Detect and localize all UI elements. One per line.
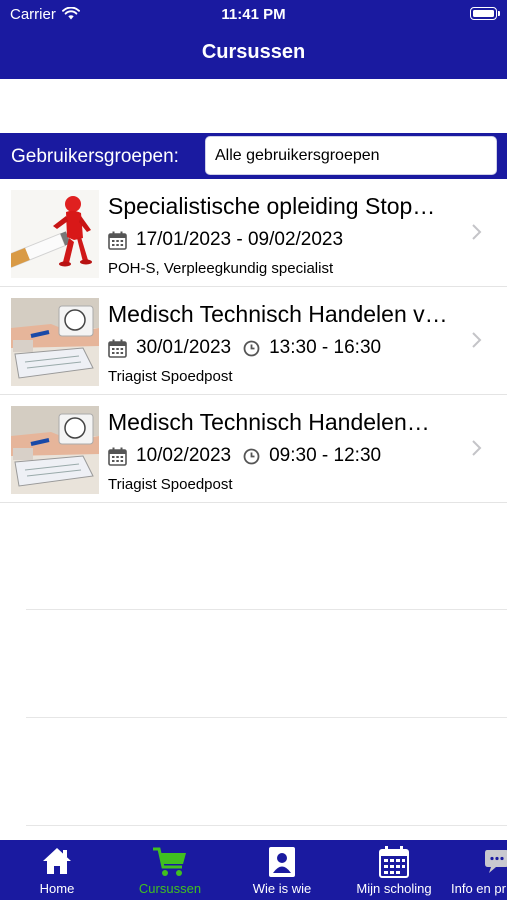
course-meta: 10/02/2023 09:30 - 12:30 [108,445,381,467]
tab-wie-is-wie[interactable]: Wie is wie [241,840,323,900]
filter-label: Gebruikersgroepen: [11,146,179,167]
tab-label: Cursussen [138,881,202,896]
clock-time: 11:41 PM [221,6,286,23]
course-thumbnail [11,406,99,494]
chevron-right-icon [472,332,482,348]
course-row[interactable]: Medisch Technisch Handelen v… 30/01/2023… [0,287,507,395]
course-row[interactable]: Medisch Technisch Handelen… 10/02/2023 0… [0,395,507,503]
tab-cursussen[interactable]: Cursussen [129,840,211,900]
battery-icon [470,7,500,20]
course-dates: 30/01/2023 [136,337,232,358]
home-icon [42,846,72,881]
chevron-right-icon [472,224,482,240]
tab-info[interactable]: Info en pr [450,840,507,900]
tab-home[interactable]: Home [16,840,98,900]
page-title: Cursussen [201,41,306,63]
course-group: Triagist Spoedpost [108,476,233,493]
course-title: Medisch Technisch Handelen v… [108,301,448,327]
tab-mijn-scholing[interactable]: Mijn scholing [350,840,438,900]
tab-label: Info en pr [451,881,506,896]
status-bar: Carrier 11:41 PM [0,6,507,24]
calendar-icon [379,846,409,883]
clock-icon [243,340,260,357]
course-group: Triagist Spoedpost [108,368,233,385]
user-group-filter: Gebruikersgroepen: Alle gebruikersgroepe… [0,133,507,179]
tab-label: Home [39,881,75,896]
course-meta: 17/01/2023 - 09/02/2023 [108,229,343,251]
course-list: Specialistische opleiding Stop… 17/01/20… [0,179,507,503]
course-time: 13:30 - 16:30 [269,337,382,358]
tab-label: Mijn scholing [356,881,432,896]
course-time: 09:30 - 12:30 [269,445,382,466]
course-group: POH-S, Verpleegkundig specialist [108,260,334,277]
row-separator [26,825,507,826]
row-separator [26,609,507,610]
calendar-icon [108,339,127,358]
course-meta: 30/01/2023 13:30 - 16:30 [108,337,381,359]
user-group-select[interactable]: Alle gebruikersgroepen [205,136,497,175]
clock-icon [243,448,260,465]
chat-icon [483,846,507,881]
chevron-right-icon [472,440,482,456]
course-thumbnail [11,298,99,386]
tab-bar: Home Cursussen Wie is wie Mijn scholing … [0,840,507,900]
cart-icon [152,846,188,883]
row-separator [26,717,507,718]
person-icon [268,846,296,883]
navigation-header: Carrier 11:41 PM Cursussen [0,0,507,79]
calendar-icon [108,447,127,466]
course-row[interactable]: Specialistische opleiding Stop… 17/01/20… [0,179,507,287]
course-title: Medisch Technisch Handelen… [108,409,430,435]
calendar-icon [108,231,127,250]
course-dates: 10/02/2023 [136,445,232,466]
course-title: Specialistische opleiding Stop… [108,193,436,219]
course-dates: 17/01/2023 - 09/02/2023 [136,229,344,250]
course-thumbnail [11,190,99,278]
tab-label: Wie is wie [252,881,312,896]
